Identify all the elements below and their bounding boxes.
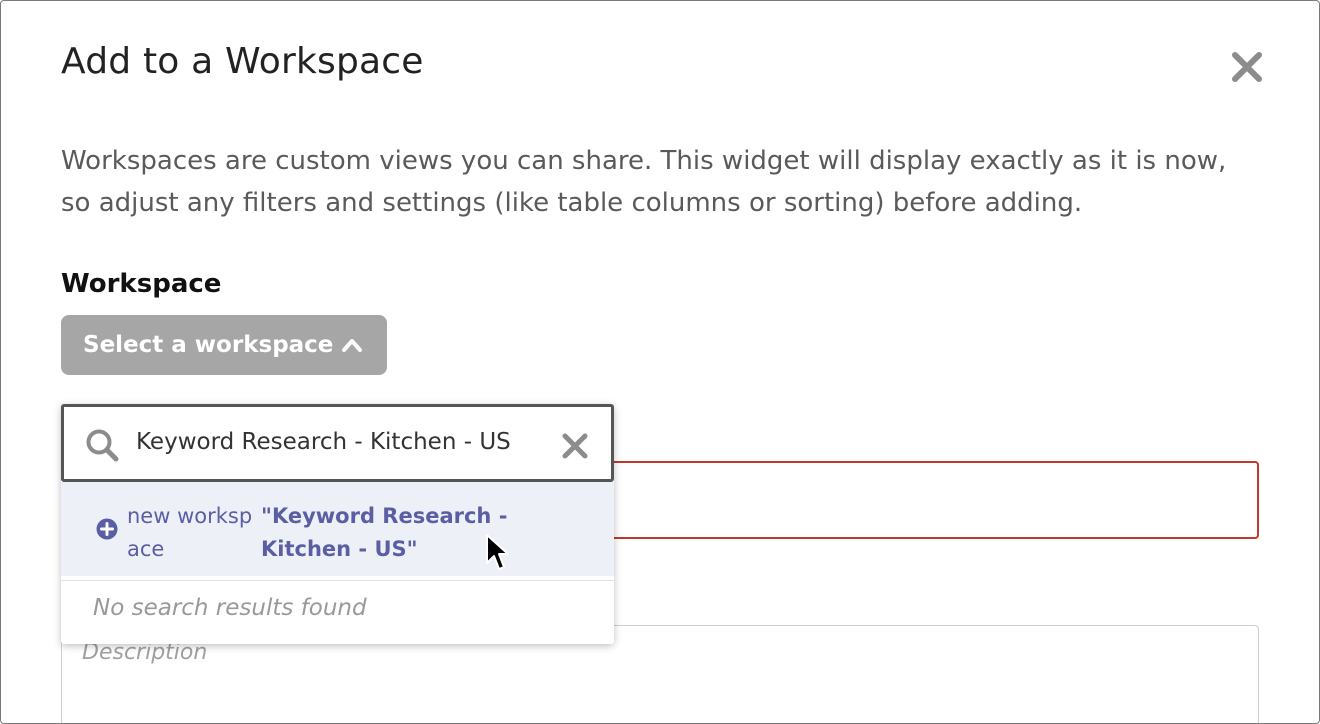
search-icon (86, 429, 119, 462)
add-to-workspace-dialog: Add to a Workspace Workspaces are custom… (0, 0, 1320, 724)
dialog-title: Add to a Workspace (61, 41, 424, 82)
workspace-label: Workspace (61, 269, 222, 299)
create-new-workspace-option[interactable]: new workspace "Keyword Research - Kitche… (61, 482, 614, 576)
workspace-search-input[interactable]: Keyword Research - Kitchen - US (61, 404, 614, 482)
close-icon[interactable] (1229, 49, 1265, 85)
select-workspace-button[interactable]: Select a workspace (61, 315, 388, 375)
workspace-name-input[interactable] (601, 461, 1259, 539)
clear-icon[interactable] (560, 431, 590, 461)
no-results-message: No search results found (61, 580, 614, 644)
new-workspace-name: "Keyword Research - Kitchen - US" (261, 504, 508, 561)
select-workspace-label: Select a workspace (83, 332, 334, 358)
search-value: Keyword Research - Kitchen - US (136, 429, 511, 455)
plus-circle-icon (96, 518, 118, 540)
new-workspace-prefix: new workspace (127, 504, 253, 561)
chevron-up-icon (342, 339, 363, 352)
workspace-dropdown: Keyword Research - Kitchen - US new work… (61, 404, 614, 644)
dialog-description: Workspaces are custom views you can shar… (61, 146, 1227, 218)
